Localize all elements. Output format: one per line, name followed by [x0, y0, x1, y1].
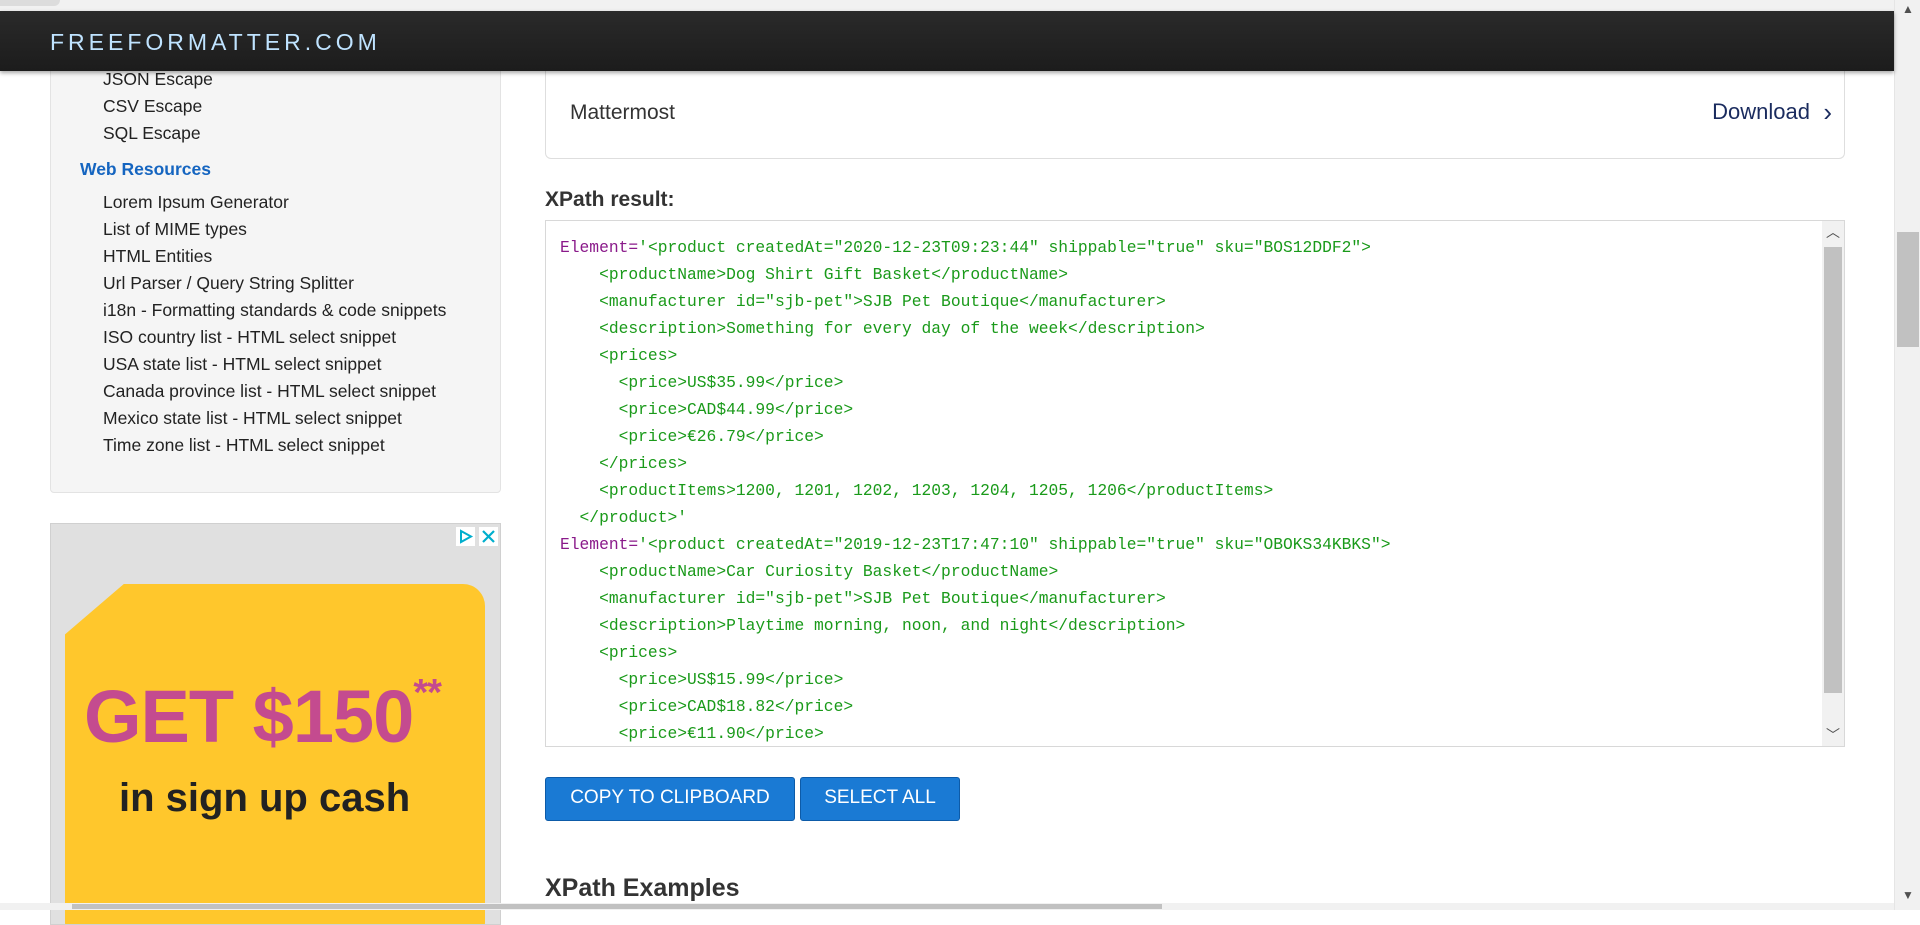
element-prefix: Element=: [560, 535, 639, 554]
sidebar-item[interactable]: CSV Escape: [103, 93, 213, 120]
result-line: <prices>: [560, 639, 1391, 666]
xpath-examples-heading: XPath Examples: [545, 874, 740, 902]
result-line: <productItems>1200, 1201, 1202, 1203, 12…: [560, 477, 1391, 504]
download-link[interactable]: Download: [1712, 99, 1810, 125]
result-line: <productName>Dog Shirt Gift Basket</prod…: [560, 261, 1391, 288]
xml-text: '<product createdAt="2020-12-23T09:23:44…: [638, 238, 1371, 257]
close-icon[interactable]: [479, 527, 498, 546]
scroll-up-icon[interactable]: ︿: [1822, 221, 1844, 243]
result-line: <price>US$35.99</price>: [560, 369, 1391, 396]
xml-text: <price>€11.90</price>: [560, 724, 824, 743]
element-prefix: Element=: [560, 238, 639, 257]
ad-subline: in sign up cash: [119, 776, 411, 820]
sidebar-escape-links: JSON Escape CSV Escape SQL Escape: [103, 66, 213, 147]
tab-edge: [0, 0, 60, 6]
sidebar-item[interactable]: Url Parser / Query String Splitter: [103, 270, 446, 297]
page-scrollbar[interactable]: ▲ ▼: [1894, 0, 1920, 910]
page-scroll-thumb[interactable]: [1897, 232, 1919, 347]
xml-text: '<product createdAt="2019-12-23T17:47:10…: [638, 535, 1391, 554]
result-scrollbar[interactable]: ︿ ﹀: [1822, 221, 1844, 746]
xpath-result-output[interactable]: Element='<product createdAt="2020-12-23T…: [545, 220, 1845, 747]
chevron-right-icon[interactable]: ›: [1823, 97, 1832, 128]
sidebar-link[interactable]: Lorem Ipsum Generator: [103, 192, 289, 212]
result-line: <manufacturer id="sjb-pet">SJB Pet Bouti…: [560, 585, 1391, 612]
result-line: </prices>: [560, 450, 1391, 477]
sidebar-web-resource-links: Lorem Ipsum Generator List of MIME types H…: [103, 189, 446, 459]
xml-text: <price>US$15.99</price>: [560, 670, 844, 689]
sidebar-link[interactable]: SQL Escape: [103, 123, 201, 143]
result-line: <manufacturer id="sjb-pet">SJB Pet Bouti…: [560, 288, 1391, 315]
top-navbar: FREEFORMATTER.COM: [0, 11, 1894, 71]
result-line: <price>CAD$44.99</price>: [560, 396, 1391, 423]
sidebar-item[interactable]: Time zone list - HTML select snippet: [103, 432, 446, 459]
result-line: <price>US$15.99</price>: [560, 666, 1391, 693]
advertisement[interactable]: GET $150** in sign up cash: [50, 523, 501, 925]
result-code: Element='<product createdAt="2020-12-23T…: [560, 234, 1391, 746]
page-scroll-up-icon[interactable]: ▲: [1895, 2, 1920, 22]
ad-controls: [456, 527, 498, 546]
sidebar-link[interactable]: ISO country list - HTML select snippet: [103, 327, 396, 347]
sidebar-link[interactable]: JSON Escape: [103, 69, 213, 89]
sidebar-panel: JSON Escape CSV Escape SQL Escape Web Reso…: [50, 55, 501, 493]
xml-text: </product>': [560, 508, 688, 527]
xml-text: <productItems>1200, 1201, 1202, 1203, 12…: [560, 481, 1274, 500]
horizontal-scrollbar[interactable]: [0, 903, 1894, 910]
xpath-result-title: XPath result:: [545, 188, 675, 211]
app-name: Mattermost: [570, 101, 676, 124]
browser-top-strip: [0, 0, 1920, 11]
xml-text: <description>Something for every day of …: [560, 319, 1205, 338]
result-line: <description>Playtime morning, noon, and…: [560, 612, 1391, 639]
result-line: <productName>Car Curiosity Basket</produ…: [560, 558, 1391, 585]
sidebar-item[interactable]: List of MIME types: [103, 216, 446, 243]
result-line: Element='<product createdAt="2019-12-23T…: [560, 531, 1391, 558]
xml-text: <prices>: [560, 346, 678, 365]
sidebar-heading-web-resources: Web Resources: [80, 159, 211, 179]
xml-text: <manufacturer id="sjb-pet">SJB Pet Bouti…: [560, 589, 1166, 608]
xml-text: <prices>: [560, 643, 678, 662]
copy-to-clipboard-button[interactable]: COPY TO CLIPBOARD: [545, 777, 795, 821]
site-logo-link[interactable]: FREEFORMATTER.COM: [50, 29, 381, 56]
adchoices-icon[interactable]: [456, 527, 475, 546]
result-line: <price>CAD$18.82</price>: [560, 693, 1391, 720]
xml-text: <price>€26.79</price>: [560, 427, 824, 446]
xml-text: <manufacturer id="sjb-pet">SJB Pet Bouti…: [560, 292, 1166, 311]
result-line: <description>Something for every day of …: [560, 315, 1391, 342]
sidebar-link[interactable]: CSV Escape: [103, 96, 202, 116]
sidebar-link[interactable]: Canada province list - HTML select snipp…: [103, 381, 436, 401]
xml-text: <price>CAD$18.82</price>: [560, 697, 854, 716]
select-all-button[interactable]: SELECT ALL: [800, 777, 960, 821]
sidebar-link[interactable]: Url Parser / Query String Splitter: [103, 273, 354, 293]
ad-headline: GET $150**: [84, 672, 442, 758]
xml-text: </prices>: [560, 454, 688, 473]
sidebar-link[interactable]: Mexico state list - HTML select snippet: [103, 408, 402, 428]
sidebar-item[interactable]: Lorem Ipsum Generator: [103, 189, 446, 216]
result-line: <price>€11.90</price>: [560, 720, 1391, 746]
sidebar-link[interactable]: i18n - Formatting standards & code snipp…: [103, 300, 446, 320]
sidebar-item[interactable]: USA state list - HTML select snippet: [103, 351, 446, 378]
sidebar-item[interactable]: ISO country list - HTML select snippet: [103, 324, 446, 351]
result-line: Element='<product createdAt="2020-12-23T…: [560, 234, 1391, 261]
horizontal-scroll-thumb[interactable]: [72, 904, 1162, 909]
sidebar-link[interactable]: Time zone list - HTML select snippet: [103, 435, 385, 455]
sidebar-item[interactable]: SQL Escape: [103, 120, 213, 147]
sidebar-item[interactable]: HTML Entities: [103, 243, 446, 270]
sidebar-link[interactable]: HTML Entities: [103, 246, 212, 266]
xml-text: <description>Playtime morning, noon, and…: [560, 616, 1186, 635]
sidebar-link[interactable]: List of MIME types: [103, 219, 247, 239]
xml-text: <price>US$35.99</price>: [560, 373, 844, 392]
xml-text: <productName>Car Curiosity Basket</produ…: [560, 562, 1059, 581]
xml-text: <price>CAD$44.99</price>: [560, 400, 854, 419]
result-line: <prices>: [560, 342, 1391, 369]
result-line: <price>€26.79</price>: [560, 423, 1391, 450]
sidebar-link[interactable]: USA state list - HTML select snippet: [103, 354, 381, 374]
scroll-thumb[interactable]: [1824, 247, 1842, 693]
page-scroll-down-icon[interactable]: ▼: [1895, 888, 1920, 908]
scroll-down-icon[interactable]: ﹀: [1822, 724, 1844, 746]
result-line: </product>': [560, 504, 1391, 531]
sidebar-item[interactable]: Mexico state list - HTML select snippet: [103, 405, 446, 432]
sidebar-item[interactable]: i18n - Formatting standards & code snipp…: [103, 297, 446, 324]
xml-text: <productName>Dog Shirt Gift Basket</prod…: [560, 265, 1069, 284]
sidebar-item[interactable]: Canada province list - HTML select snipp…: [103, 378, 446, 405]
